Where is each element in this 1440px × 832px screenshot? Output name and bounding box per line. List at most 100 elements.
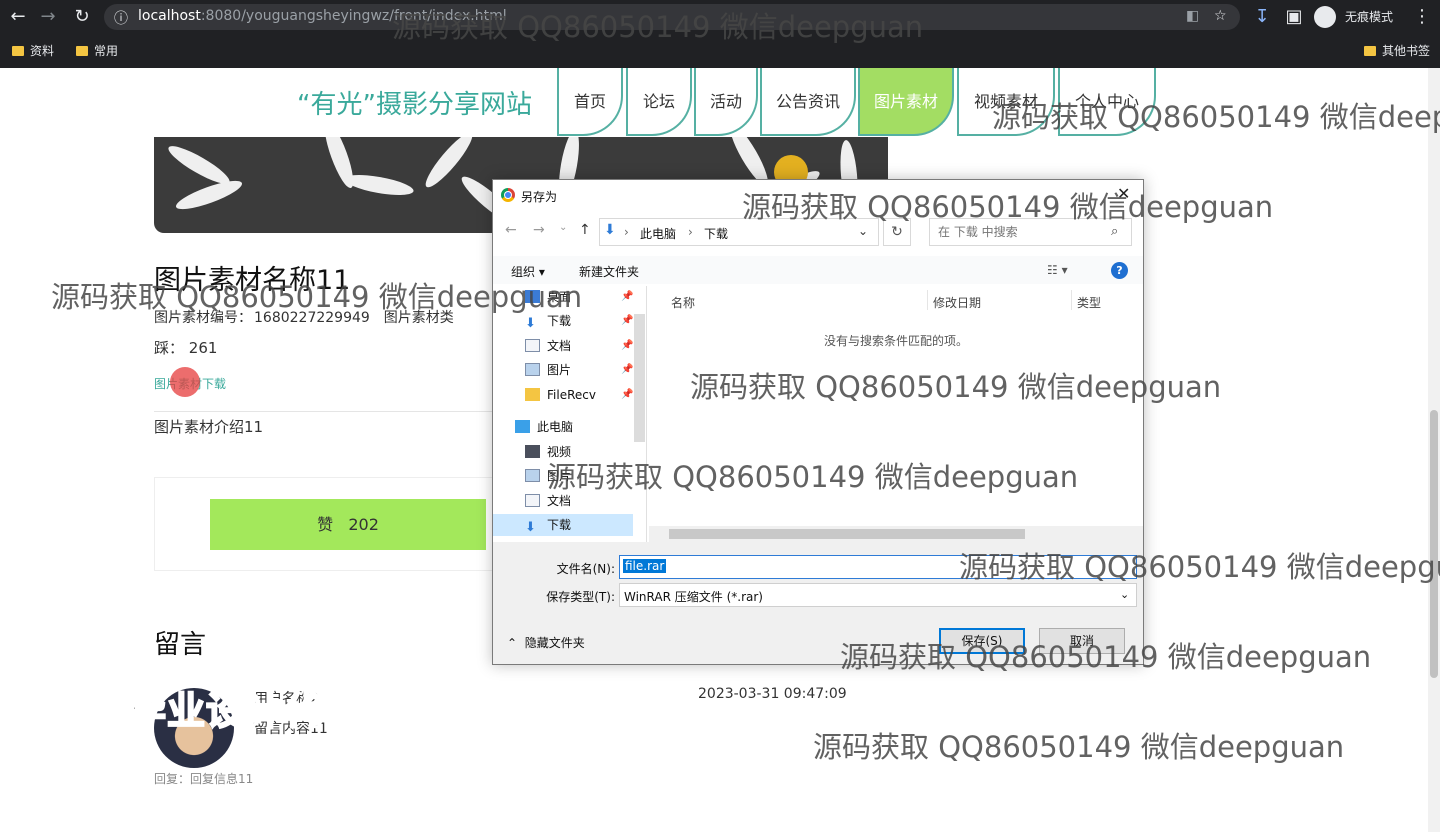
download-icon[interactable]: ↧ xyxy=(1250,5,1274,29)
close-icon[interactable]: ✕ xyxy=(1117,184,1130,203)
download-folder-icon: ⬇ xyxy=(604,222,616,238)
pin-icon: 📌 xyxy=(621,340,634,351)
search-input[interactable] xyxy=(930,219,1105,245)
bookmark-folder-ziliao[interactable]: 资料 xyxy=(12,42,54,59)
scroll-thumb[interactable] xyxy=(669,529,1025,539)
bookmark-folder-other[interactable]: 其他书签 xyxy=(1364,42,1430,59)
item-title: 图片素材名称11 xyxy=(154,265,351,296)
incognito-icon xyxy=(1314,6,1336,28)
chevron-down-icon[interactable]: ⌄ xyxy=(858,224,868,238)
search-box[interactable]: ⌕ xyxy=(929,218,1132,246)
back-icon[interactable]: ← xyxy=(505,222,517,238)
site-title: “有光”摄影分享网站 xyxy=(297,90,532,120)
item-meta: 图片素材编号： 1680227229949 图片素材类 xyxy=(154,310,454,326)
document-icon xyxy=(525,494,540,507)
dislike-count: 踩： 261 xyxy=(154,339,218,357)
dialog-footer: 文件名(N): file.rar 保存类型(T): WinRAR 压缩文件 (*… xyxy=(493,542,1143,664)
file-list: 名称 修改日期 类型 没有与搜索条件匹配的项。 xyxy=(649,286,1143,542)
nav-videos[interactable]: 视频 xyxy=(525,441,571,463)
back-icon[interactable]: ← xyxy=(6,5,30,29)
browser-chrome: ← → ↻ ⓘ localhost:8080/youguangsheyingwz… xyxy=(0,0,1440,68)
reload-icon[interactable]: ↻ xyxy=(70,5,94,29)
path-bar[interactable]: ⬇ › 此电脑 › 下载 ⌄ xyxy=(599,218,879,246)
nav-this-pc[interactable]: 此电脑 xyxy=(515,416,573,438)
desktop-icon xyxy=(525,290,540,303)
search-icon: ⌕ xyxy=(1111,224,1119,239)
picture-icon xyxy=(525,363,540,376)
filetype-select[interactable]: WinRAR 压缩文件 (*.rar) ⌄ xyxy=(619,583,1137,607)
nav-forum[interactable]: 论坛 xyxy=(626,68,692,136)
scroll-thumb[interactable] xyxy=(1430,410,1438,678)
pin-icon: 📌 xyxy=(621,315,634,326)
column-modified[interactable]: 修改日期 xyxy=(933,294,981,311)
nav-announcements[interactable]: 公告资讯 xyxy=(760,68,856,136)
item-intro: 图片素材介绍11 xyxy=(154,418,264,436)
nav-documents-pc[interactable]: 文档 xyxy=(525,490,571,512)
address-bar[interactable]: ⓘ localhost:8080/youguangsheyingwz/front… xyxy=(104,4,1240,30)
menu-icon[interactable]: ⋮ xyxy=(1410,5,1434,29)
filename-label: 文件名(N): xyxy=(556,562,615,576)
star-icon[interactable]: ☆ xyxy=(1214,8,1227,24)
comment-reply: 回复：回复信息11 xyxy=(154,772,254,786)
nav-home[interactable]: 首页 xyxy=(557,68,623,136)
bookmarks-bar: 资料 常用 其他书签 xyxy=(0,36,1440,64)
breadcrumb-downloads[interactable]: 下载 xyxy=(704,225,728,242)
filename-input[interactable]: file.rar xyxy=(619,555,1137,579)
view-options-icon[interactable]: ☷ ▾ xyxy=(1047,263,1068,277)
save-button[interactable]: 保存(S) xyxy=(939,628,1025,654)
nav-filerecv[interactable]: FileRecv 📌 xyxy=(525,384,633,406)
nav-desktop[interactable]: 桌面 📌 xyxy=(525,286,633,308)
incognito-indicator[interactable]: 无痕模式 xyxy=(1314,4,1410,30)
pin-icon: 📌 xyxy=(621,364,634,375)
forward-icon[interactable]: → xyxy=(36,5,60,29)
overlay-stamp: 专业毕业设计代做 xyxy=(49,688,363,734)
folder-icon xyxy=(12,46,24,56)
download-icon: ⬇ xyxy=(525,520,536,535)
comments-title: 留言 xyxy=(154,630,207,660)
breadcrumb-this-pc[interactable]: 此电脑 xyxy=(640,225,676,242)
chrome-icon xyxy=(501,188,515,202)
video-icon xyxy=(525,445,540,458)
column-type[interactable]: 类型 xyxy=(1077,294,1101,311)
forward-icon[interactable]: → xyxy=(533,222,545,238)
hide-folders-toggle[interactable]: ⌃ 隐藏文件夹 xyxy=(507,634,585,651)
info-icon[interactable]: ⓘ xyxy=(114,8,128,28)
chevron-down-icon: ⌄ xyxy=(1120,588,1130,601)
download-icon: ⬇ xyxy=(525,316,536,331)
nav-pictures-pc[interactable]: 图片 xyxy=(525,465,571,487)
nav-activity[interactable]: 活动 xyxy=(694,68,758,136)
dialog-toolbar: 组织 ▾ 新建文件夹 ☷ ▾ ? xyxy=(493,256,1143,284)
like-panel: 赞 202 xyxy=(154,477,494,571)
cancel-button[interactable]: 取消 xyxy=(1039,628,1125,654)
chevron-down-icon[interactable]: ⌄ xyxy=(559,222,567,233)
like-button[interactable]: 赞 202 xyxy=(210,499,486,550)
nav-pictures[interactable]: 图片 📌 xyxy=(525,359,633,381)
refresh-button[interactable]: ↻ xyxy=(883,218,911,246)
page-scrollbar[interactable] xyxy=(1428,68,1440,832)
nav-documents[interactable]: 文档 📌 xyxy=(525,335,633,357)
blocked-icon[interactable]: ◧ xyxy=(1186,8,1199,24)
item-code: 1680227229949 xyxy=(254,310,370,326)
nav-video-materials[interactable]: 视频素材 xyxy=(957,68,1055,136)
empty-message: 没有与搜索条件匹配的项。 xyxy=(823,334,968,348)
nav-downloads[interactable]: ⬇ 下载 📌 xyxy=(525,310,633,332)
sidepanel-icon[interactable]: ▣ xyxy=(1282,5,1306,29)
horizontal-scrollbar[interactable] xyxy=(649,526,1143,542)
column-name[interactable]: 名称 xyxy=(671,294,695,311)
folder-icon xyxy=(525,388,540,401)
nav-downloads-pc[interactable]: ⬇ 下载 xyxy=(493,514,633,536)
nav-scrollbar[interactable] xyxy=(634,314,645,442)
nav-personal-center[interactable]: 个人中心 xyxy=(1058,68,1156,136)
save-as-dialog: 另存为 ✕ ← → ⌄ ↑ ⬇ › 此电脑 › 下载 ⌄ ↻ ⌕ 组织 ▾ 新建… xyxy=(492,179,1144,665)
new-folder-button[interactable]: 新建文件夹 xyxy=(579,263,639,280)
navigation-pane: 桌面 📌 ⬇ 下载 📌 文档 📌 图片 📌 FileRecv 📌 此电脑 视频 图片 文档 … xyxy=(493,286,647,542)
picture-icon xyxy=(525,469,540,482)
nav-image-materials[interactable]: 图片素材 xyxy=(858,68,954,136)
help-icon[interactable]: ? xyxy=(1111,262,1128,279)
computer-icon xyxy=(515,420,530,433)
divider xyxy=(154,411,494,412)
filetype-label: 保存类型(T): xyxy=(546,590,615,604)
bookmark-folder-changyong[interactable]: 常用 xyxy=(76,42,118,59)
organize-menu[interactable]: 组织 ▾ xyxy=(511,263,545,280)
up-icon[interactable]: ↑ xyxy=(579,222,591,238)
